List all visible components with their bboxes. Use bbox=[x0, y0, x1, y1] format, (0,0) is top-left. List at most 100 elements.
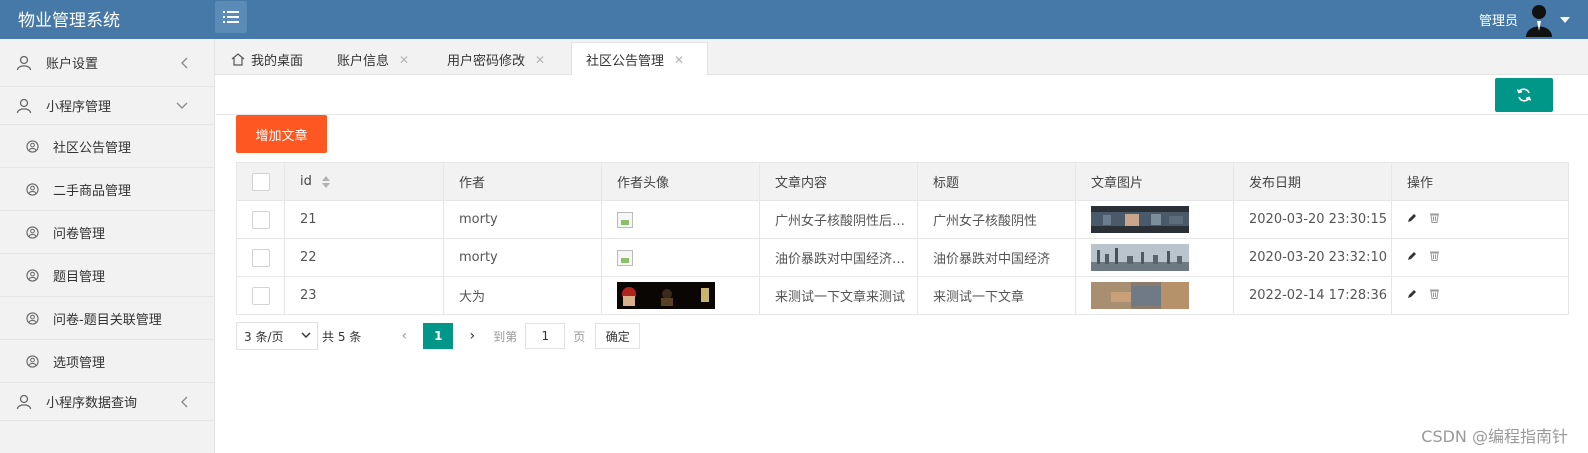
sidebar-item-options[interactable]: 选项管理 bbox=[0, 340, 214, 383]
avatar bbox=[1526, 4, 1552, 37]
tab-label: 我的桌面 bbox=[251, 54, 304, 69]
add-article-button[interactable]: 增加文章 bbox=[236, 115, 327, 153]
column-header-author: 作者 bbox=[443, 162, 602, 201]
article-image bbox=[1091, 206, 1189, 233]
cell-content: 广州女子核酸阴性后确诊 bbox=[759, 200, 918, 239]
data-table: id 作者 作者头像 文章内容 标题 文章图片 发布日期 操作 21 morty bbox=[236, 162, 1588, 315]
app-title: 物业管理系统 bbox=[18, 11, 120, 31]
column-header-avatar: 作者头像 bbox=[601, 162, 760, 201]
sidebar-item-community-notice[interactable]: 社区公告管理 bbox=[0, 125, 214, 168]
confirm-button[interactable]: 确定 bbox=[595, 323, 641, 349]
chevron-down-icon bbox=[1560, 16, 1570, 23]
user-menu[interactable]: 管理员 bbox=[1479, 0, 1570, 39]
user-label: 管理员 bbox=[1478, 14, 1518, 29]
column-header-title: 标题 bbox=[917, 162, 1076, 201]
delete-icon[interactable] bbox=[1429, 288, 1440, 303]
refresh-button[interactable] bbox=[1495, 78, 1553, 112]
article-image bbox=[1091, 282, 1189, 309]
edit-icon[interactable] bbox=[1407, 250, 1417, 265]
user-icon bbox=[16, 394, 32, 409]
current-page-button[interactable]: 1 bbox=[423, 323, 454, 349]
column-header-content: 文章内容 bbox=[759, 162, 918, 201]
edit-icon[interactable] bbox=[1407, 212, 1417, 227]
sidebar-item-label: 账户设置 bbox=[46, 57, 99, 72]
select-all-cell bbox=[236, 162, 285, 201]
total-count: 共 5 条 bbox=[322, 329, 362, 344]
user-icon bbox=[16, 98, 32, 113]
cell-actions bbox=[1391, 238, 1569, 277]
tab-bar: 我的桌面 账户信息 ✕ 用户密码修改 ✕ 社区公告管理 ✕ bbox=[215, 39, 1588, 76]
menu-icon bbox=[223, 11, 239, 23]
tab-home[interactable]: 我的桌面 bbox=[231, 44, 303, 75]
close-icon[interactable]: ✕ bbox=[535, 53, 545, 67]
close-icon[interactable]: ✕ bbox=[674, 53, 684, 67]
tab-label: 账户信息 bbox=[337, 54, 390, 69]
sidebar-item-label: 题目管理 bbox=[53, 269, 106, 285]
sidebar-item-account-settings[interactable]: 账户设置 bbox=[0, 39, 214, 87]
sidebar-item-questionnaire-question-link[interactable]: 问卷-题目关联管理 bbox=[0, 297, 214, 340]
tab-password-change[interactable]: 用户密码修改 ✕ bbox=[447, 44, 545, 75]
main-content: 增加文章 id 作者 作者头像 文章内容 标题 文章图片 发布日期 操作 21 … bbox=[216, 75, 1588, 453]
article-image bbox=[1091, 244, 1189, 271]
edit-icon[interactable] bbox=[1407, 288, 1417, 303]
sidebar-item-label: 选项管理 bbox=[53, 355, 106, 371]
sidebar-item-label: 小程序数据查询 bbox=[46, 396, 138, 411]
page-size-select[interactable]: 3 条/页 bbox=[236, 322, 318, 350]
table-row: 21 morty 广州女子核酸阴性后确诊 广州女子核酸阴性 2020-03-20… bbox=[236, 200, 1569, 239]
top-header: 物业管理系统 管理员 bbox=[0, 0, 1588, 39]
select-all-checkbox[interactable] bbox=[252, 172, 270, 191]
goto-label: 到第 bbox=[493, 329, 518, 344]
broken-image-icon bbox=[617, 249, 633, 266]
row-checkbox[interactable] bbox=[252, 286, 270, 305]
next-page-button[interactable]: › bbox=[457, 328, 487, 344]
watermark: CSDN @编程指南针 bbox=[1421, 427, 1568, 446]
menu-toggle-button[interactable] bbox=[215, 1, 247, 33]
chevron-left-icon bbox=[181, 396, 188, 407]
cell-title: 广州女子核酸阴性 bbox=[917, 200, 1076, 239]
tab-account-info[interactable]: 账户信息 ✕ bbox=[337, 44, 409, 75]
circle-user-icon bbox=[26, 182, 39, 196]
sidebar-item-questionnaire[interactable]: 问卷管理 bbox=[0, 211, 214, 254]
tab-label: 社区公告管理 bbox=[586, 54, 665, 69]
close-icon[interactable]: ✕ bbox=[399, 53, 409, 67]
sidebar-item-mini-program[interactable]: 小程序管理 bbox=[0, 87, 214, 125]
prev-page-button[interactable]: ‹ bbox=[389, 328, 419, 344]
row-checkbox[interactable] bbox=[252, 210, 270, 229]
cell-actions bbox=[1391, 276, 1569, 315]
row-checkbox[interactable] bbox=[252, 248, 270, 267]
author-avatar-image bbox=[617, 282, 715, 309]
cell-title: 来测试一下文章 bbox=[917, 276, 1076, 315]
table-row: 23 大为 来测试一下文章来测试 来测试一下文章 2022-02-14 17:2… bbox=[236, 276, 1569, 315]
delete-icon[interactable] bbox=[1429, 212, 1440, 227]
column-header-label: id bbox=[300, 174, 312, 189]
column-header-id[interactable]: id bbox=[284, 162, 444, 201]
tab-label: 用户密码修改 bbox=[447, 54, 526, 69]
cell-author: morty bbox=[443, 200, 602, 239]
page-number-input[interactable]: 1 bbox=[525, 323, 566, 349]
circle-user-icon bbox=[26, 225, 39, 239]
sidebar-item-label: 问卷管理 bbox=[53, 226, 106, 242]
sidebar-item-questions[interactable]: 题目管理 bbox=[0, 254, 214, 297]
column-header-date: 发布日期 bbox=[1233, 162, 1392, 201]
sidebar-item-mini-program-data[interactable]: 小程序数据查询 bbox=[0, 383, 214, 421]
cell-date: 2020-03-20 23:30:15 bbox=[1233, 200, 1392, 239]
cell-content: 来测试一下文章来测试 bbox=[759, 276, 918, 315]
sort-icon[interactable] bbox=[322, 175, 331, 188]
tab-community-notice[interactable]: 社区公告管理 ✕ bbox=[571, 42, 708, 76]
sidebar-item-label: 问卷-题目关联管理 bbox=[53, 312, 162, 328]
user-icon bbox=[16, 55, 32, 70]
home-icon bbox=[231, 53, 245, 66]
refresh-icon bbox=[1516, 88, 1532, 102]
table-header-row: id 作者 作者头像 文章内容 标题 文章图片 发布日期 操作 bbox=[236, 162, 1569, 201]
cell-content: 油价暴跌对中国经济影响 bbox=[759, 238, 918, 277]
sidebar: 账户设置 小程序管理 社区公告管理 二手商品管理 问卷管理 题目管理 问卷-题目… bbox=[0, 39, 215, 453]
sidebar-item-label: 社区公告管理 bbox=[53, 140, 132, 156]
delete-icon[interactable] bbox=[1429, 250, 1440, 265]
cell-id: 22 bbox=[284, 238, 444, 277]
divider bbox=[216, 114, 1588, 115]
broken-image-icon bbox=[617, 211, 633, 228]
sidebar-item-second-hand[interactable]: 二手商品管理 bbox=[0, 168, 214, 211]
page-unit-label: 页 bbox=[573, 329, 586, 344]
circle-user-icon bbox=[26, 311, 39, 325]
cell-author: 大为 bbox=[443, 276, 602, 315]
